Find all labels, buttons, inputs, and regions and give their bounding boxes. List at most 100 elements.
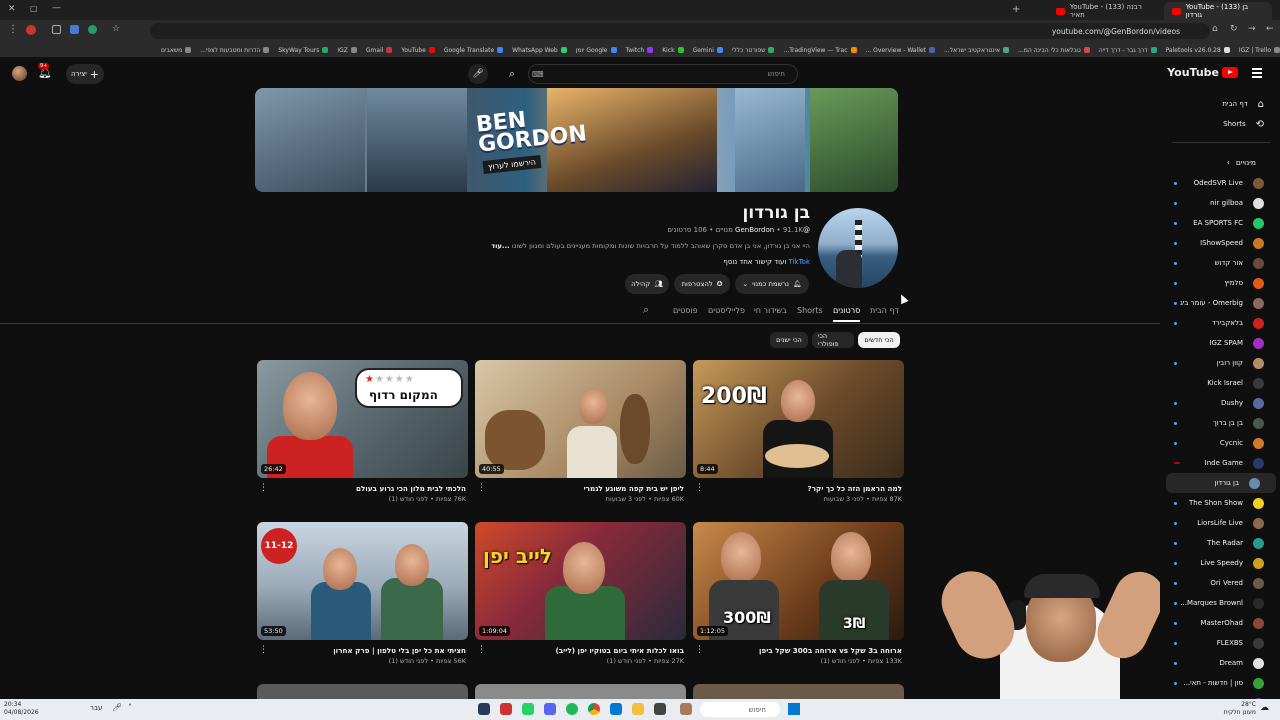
sidebar-item-channel[interactable]: Inde Game	[1162, 453, 1280, 473]
sidebar-item-channel[interactable]: בן בן ברוך	[1162, 413, 1280, 433]
sidebar-item-channel[interactable]: Live Speedy	[1162, 553, 1280, 573]
video-thumbnail[interactable]	[257, 684, 468, 699]
sidebar-item-channel[interactable]: Omerbig - עומר ביג	[1162, 293, 1280, 313]
video-card[interactable]: לייב יפן 1:09:04 בואו לכלות איתי ביום בט…	[475, 522, 686, 665]
weather-widget[interactable]: 28°C מעונן חלקית	[1212, 701, 1256, 717]
sidebar-item-channel[interactable]: קוון רובין	[1162, 353, 1280, 373]
bookmark-item[interactable]: Google יומן	[576, 42, 617, 57]
bookmark-item[interactable]: הדרות ומטבעות לצפי...	[200, 42, 270, 57]
sidebar-item-channel[interactable]: Cycnic	[1162, 433, 1280, 453]
sidebar-item-channel[interactable]: The Shon Show	[1162, 493, 1280, 513]
search-input[interactable]: חיפוש	[528, 64, 798, 84]
sidebar-item-channel[interactable]: בלאקבירד	[1162, 313, 1280, 333]
bookmark-item[interactable]: TradingView — Trac...	[783, 42, 857, 57]
app-icon[interactable]	[654, 703, 666, 715]
reload-icon[interactable]: ↻	[1230, 24, 1238, 34]
sidebar-item-channel[interactable]: סלמיץ	[1162, 273, 1280, 293]
back-icon[interactable]: ←	[1266, 24, 1274, 34]
sidebar-item-channel[interactable]: FLEXBS	[1162, 633, 1280, 653]
more-options-icon[interactable]: ⋮	[259, 484, 268, 493]
video-title[interactable]: חציתי את כל יפן בלי טלפון | פרק אחרון	[266, 646, 466, 655]
bookmark-item[interactable]: Overview - Wallet ...	[866, 42, 935, 57]
bookmark-item[interactable]: Gemini	[693, 42, 723, 57]
tab-live[interactable]: בשידור חי	[754, 306, 787, 315]
sidebar-item-channel[interactable]: Dream	[1162, 653, 1280, 673]
sidebar-item-channel[interactable]: The Radar	[1162, 533, 1280, 553]
tiktok-link[interactable]: TikTok	[789, 258, 810, 266]
sidebar-item-channel[interactable]: nir gilboa	[1162, 193, 1280, 213]
sidebar-item-channel[interactable]: Kick Israel	[1162, 373, 1280, 393]
app-icon[interactable]	[478, 703, 490, 715]
browser-tab-active[interactable]: YouTube - (133) בן גורדון	[1164, 2, 1272, 20]
taskbar-search-input[interactable]: חיפוש	[700, 702, 780, 717]
window-close-icon[interactable]: ✕	[8, 4, 16, 14]
folder-icon[interactable]	[632, 703, 644, 715]
sidebar-item-channel[interactable]: Marques Brownl...	[1162, 593, 1280, 613]
video-thumbnail[interactable]	[693, 684, 904, 699]
whatsapp-icon[interactable]	[522, 703, 534, 715]
sidebar-item-channel[interactable]: OdedSVR Live	[1162, 173, 1280, 193]
bookmark-item[interactable]: Twitch	[626, 42, 654, 57]
keyboard-icon[interactable]: ⌨	[532, 70, 544, 79]
tab-videos[interactable]: סרטונים	[833, 306, 861, 322]
extension-icon[interactable]	[52, 25, 61, 34]
bookmark-item[interactable]: IGZ	[337, 42, 357, 57]
sidebar-item-channel[interactable]: אור קדוש	[1162, 253, 1280, 273]
chevron-up-icon[interactable]: ˄	[128, 703, 132, 712]
search-icon[interactable]: ⌕	[643, 303, 649, 317]
tab-posts[interactable]: פוסטים	[673, 306, 698, 315]
more-links[interactable]: ועוד קישור אחד נוסף	[723, 258, 786, 266]
bell-icon[interactable]: 🔔︎ 9+	[38, 63, 52, 79]
video-thumbnail[interactable]	[475, 684, 686, 699]
extension-icon[interactable]	[88, 25, 97, 34]
mic-icon[interactable]: 🎤︎	[468, 64, 488, 84]
clock[interactable]: 20:34 04/08/2026	[4, 701, 39, 717]
video-thumbnail[interactable]: 40:55	[475, 360, 686, 478]
sidebar-item-channel[interactable]: LiorsLife Live	[1162, 513, 1280, 533]
mic-icon[interactable]: 🎤︎	[112, 703, 122, 712]
more-options-icon[interactable]: ⋮	[695, 646, 704, 655]
video-title[interactable]: ארוחה ב3 שקל vs ארוחה ב300 שקל ביפן	[702, 646, 902, 655]
channel-avatar[interactable]	[818, 208, 898, 288]
video-card[interactable]: ★★★★★ המקום רדוף 26:42 הלכתי לבית מלון ה…	[257, 360, 468, 503]
forward-icon[interactable]: →	[1248, 24, 1256, 34]
video-title[interactable]: הלכתי לבית מלון הכי גרוע בעולם	[266, 484, 466, 493]
extension-icon[interactable]	[70, 25, 79, 34]
bookmark-item[interactable]: Google Translate	[444, 42, 504, 57]
sidebar-item-channel[interactable]: בן גורדון	[1166, 473, 1276, 493]
join-button[interactable]: להצטרפות ✪	[674, 274, 730, 294]
bookmark-item[interactable]: שפורטר כללי	[732, 42, 775, 57]
window-max-icon[interactable]: ▢	[30, 4, 38, 13]
more-link[interactable]: ...עוד	[491, 242, 510, 250]
video-title[interactable]: למה הראמן הזה כל כך יקר?	[702, 484, 902, 493]
tab-playlists[interactable]: פלייליסטים	[708, 306, 745, 315]
url-field[interactable]: youtube.com/@GenBordon/videos	[150, 23, 1210, 39]
video-card[interactable]: 11-12 53:50 חציתי את כל יפן בלי טלפון | …	[257, 522, 468, 665]
menu-dots-icon[interactable]: ⋮	[8, 24, 18, 35]
sidebar-item-shorts[interactable]: ⟲ Shorts	[1162, 114, 1280, 134]
sidebar-item-channel[interactable]: MasterOhad	[1162, 613, 1280, 633]
video-thumbnail[interactable]: 11-12 53:50	[257, 522, 468, 640]
video-thumbnail[interactable]: 300₪ 3₪ 1:12:05	[693, 522, 904, 640]
chip-newest[interactable]: הכי חדשים	[858, 332, 900, 348]
avatar[interactable]	[12, 66, 27, 81]
subscriptions-header[interactable]: מינויים ›	[1162, 151, 1280, 173]
bookmark-item[interactable]: אינטראקטיב ישראל...	[944, 42, 1010, 57]
sidebar-item-channel[interactable]: סון | חדשות - תאי...	[1162, 673, 1280, 693]
home-icon[interactable]: ⌂	[1212, 24, 1218, 34]
community-button[interactable]: קהילה 👥︎	[625, 274, 669, 294]
tab-home[interactable]: דף הבית	[870, 306, 899, 315]
sidebar-item-channel[interactable]: IGZ SPAM	[1162, 333, 1280, 353]
channel-description[interactable]: היי אני בן גורדון, אני בן אדם סקרן שאוהב…	[491, 242, 810, 250]
language-indicator[interactable]: עבר	[90, 704, 102, 712]
bookmark-item[interactable]: Gmail	[366, 42, 393, 57]
browser-tab[interactable]: YouTube - (133) רבנה תאיר	[1048, 2, 1166, 20]
chrome-icon[interactable]	[588, 703, 600, 715]
star-icon[interactable]: ☆	[112, 24, 120, 34]
bookmark-item[interactable]: Kick	[662, 42, 684, 57]
bookmark-item[interactable]: WhatsApp Web	[512, 42, 567, 57]
video-thumbnail[interactable]: לייב יפן 1:09:04	[475, 522, 686, 640]
bookmark-item[interactable]: Paletools v26.0.28	[1166, 42, 1230, 57]
profile-icon[interactable]	[26, 25, 36, 35]
video-thumbnail[interactable]: 200₪ 8:44	[693, 360, 904, 478]
